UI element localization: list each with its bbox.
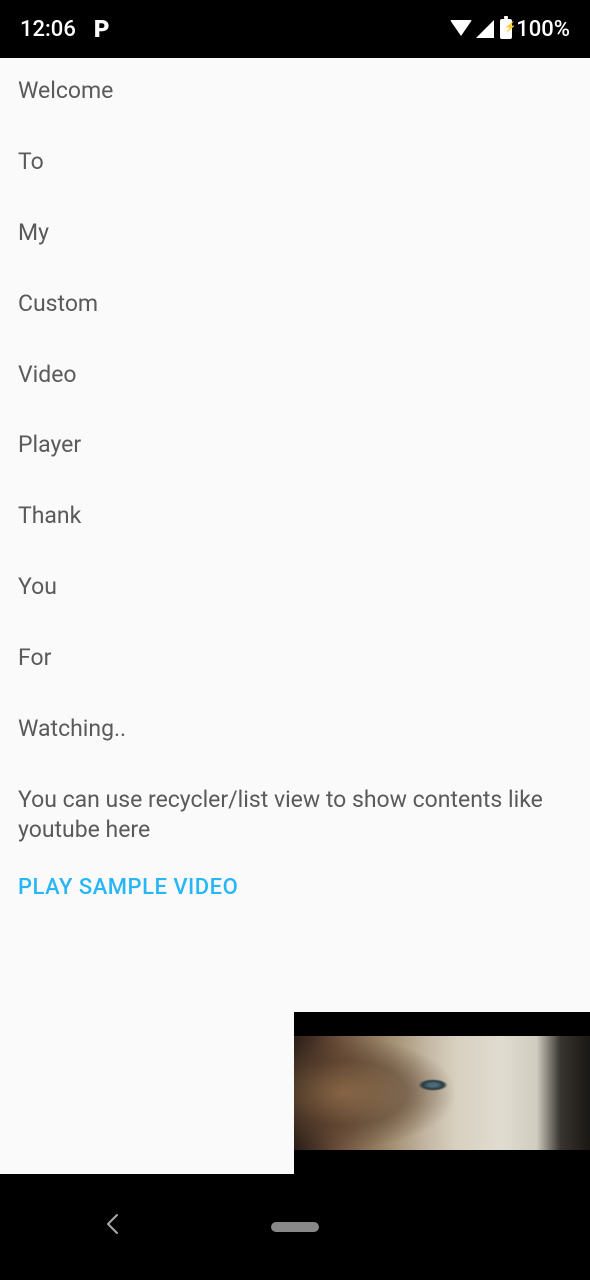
battery-percent: 100% — [516, 17, 570, 42]
status-bar: 12:06 P ⚡ 100% — [0, 0, 590, 58]
p-icon: P — [94, 15, 110, 43]
text-line: To — [18, 147, 572, 177]
text-line: You — [18, 572, 572, 602]
navigation-bar — [0, 1174, 590, 1280]
text-line: Watching.. — [18, 714, 572, 744]
text-line: Custom — [18, 289, 572, 319]
play-sample-video-button[interactable]: PLAY SAMPLE VIDEO — [18, 875, 238, 900]
status-time: 12:06 — [20, 17, 76, 42]
pip-video-player[interactable] — [294, 1012, 590, 1174]
main-content: Welcome To My Custom Video Player Thank … — [0, 58, 590, 918]
text-line: My — [18, 218, 572, 248]
signal-icon — [476, 20, 494, 38]
text-description: You can use recycler/list view to show c… — [18, 785, 572, 845]
battery-icon: ⚡ — [500, 19, 512, 39]
text-line: Player — [18, 430, 572, 460]
text-line: Thank — [18, 501, 572, 531]
status-right: ⚡ 100% — [450, 17, 570, 42]
text-line: For — [18, 643, 572, 673]
status-left: 12:06 P — [20, 15, 109, 43]
wifi-icon — [450, 20, 472, 36]
home-button[interactable] — [271, 1222, 319, 1232]
text-line: Welcome — [18, 76, 572, 106]
video-frame — [294, 1036, 590, 1150]
back-button[interactable] — [105, 1213, 119, 1241]
text-line: Video — [18, 360, 572, 390]
